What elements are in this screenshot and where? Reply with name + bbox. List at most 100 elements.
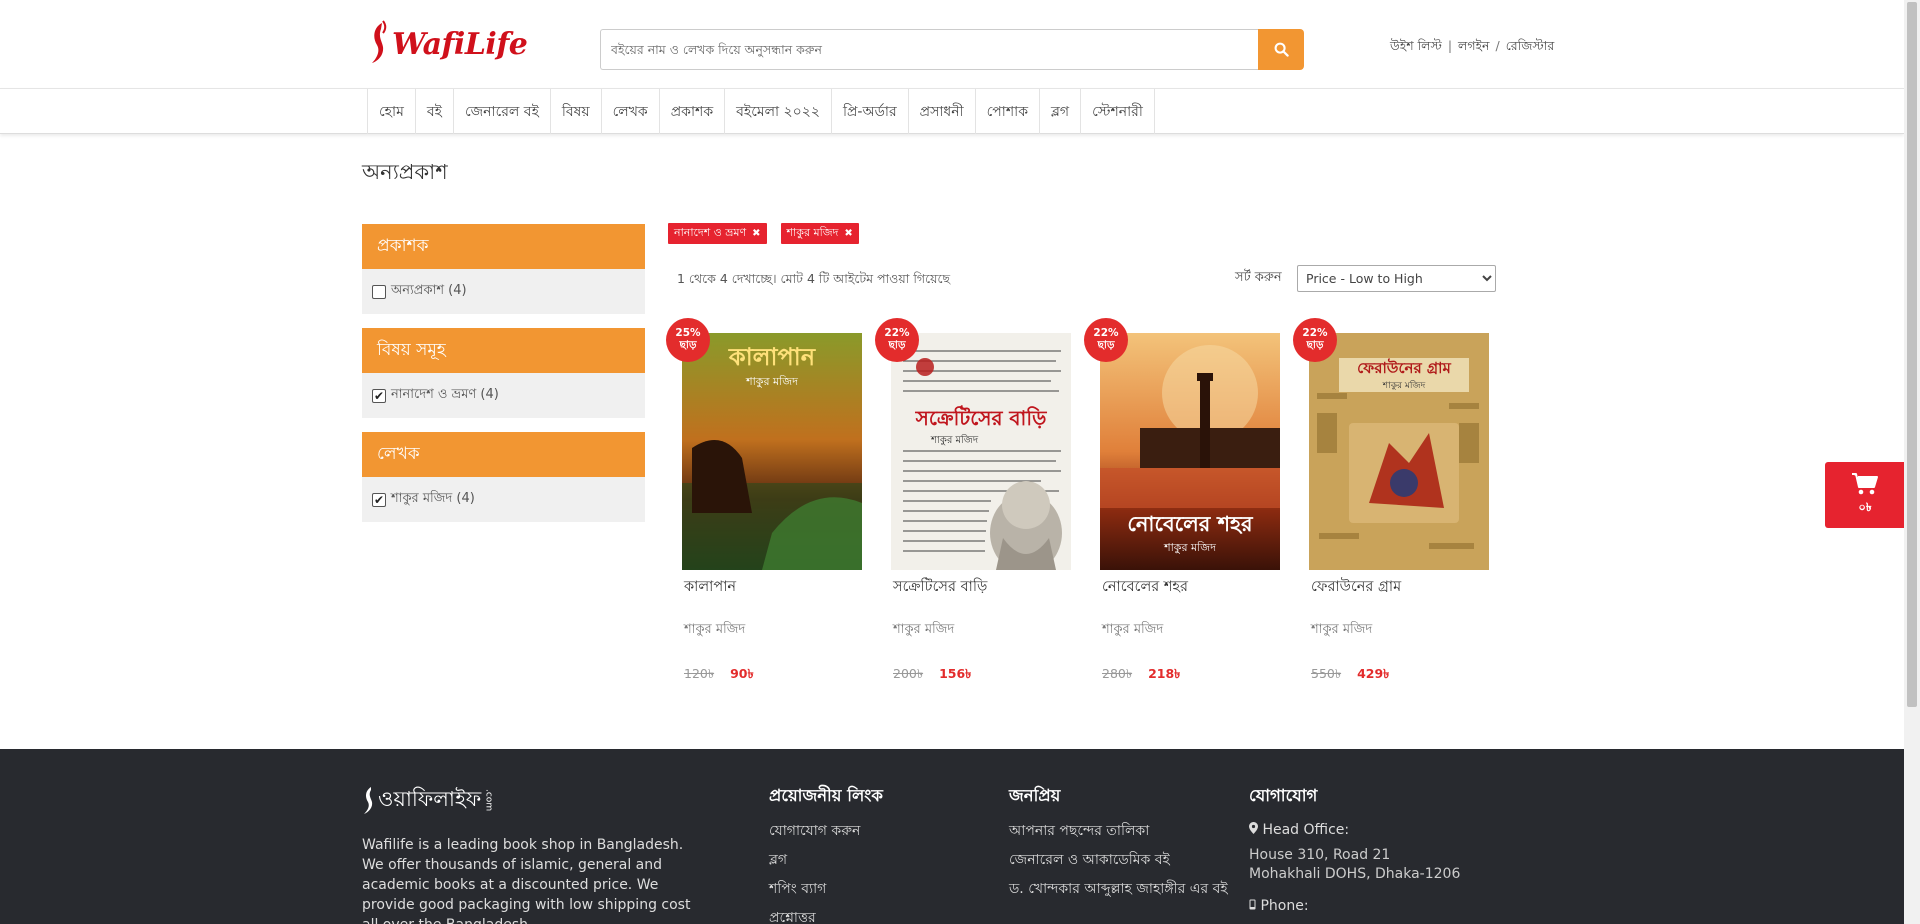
search-input[interactable]: [600, 29, 1258, 70]
footer-link[interactable]: যোগাযোগ করুন: [769, 822, 883, 841]
nav-item-stationery[interactable]: স্টেশনারী: [1081, 89, 1155, 134]
sort-select[interactable]: Price - Low to High: [1297, 265, 1496, 292]
login-link[interactable]: লগইন: [1458, 38, 1489, 53]
search-bar: [600, 29, 1304, 70]
divider: |: [1443, 38, 1457, 53]
logo-text: WafiLife: [392, 26, 528, 62]
filter-publisher: প্রকাশক অন্যপ্রকাশ (4): [362, 224, 645, 314]
cover-title: কালাপান: [728, 343, 817, 371]
book-cover[interactable]: সক্রেটিসের বাড়ি শাকুর মজিদ: [891, 333, 1071, 570]
footer-column-heading: প্রয়োজনীয় লিংক: [769, 786, 883, 805]
cover-author: শাকুর মজিদ: [1163, 541, 1216, 554]
product-author[interactable]: শাকুর মজিদ: [684, 620, 745, 641]
nav-item-books[interactable]: বই: [416, 89, 454, 134]
site-logo[interactable]: WafiLife: [368, 16, 528, 72]
discount-suffix: ছাড়: [1097, 339, 1115, 351]
map-marker-icon: [1249, 822, 1258, 834]
remove-filter-icon[interactable]: ✖: [844, 228, 852, 239]
result-count: 1 থেকে 4 দেখাচ্ছে। মোট 4 টি আইটেম পাওয়া…: [677, 271, 951, 286]
product-card[interactable]: ফেরাউনের গ্রাম শাকুর মজিদ 22% ছাড় ফেরাউ…: [1293, 318, 1502, 688]
footer-logo-domain: .com: [483, 789, 494, 812]
divider: /: [1491, 38, 1504, 53]
footer-logo-text: ওয়াফিলাইফ: [378, 787, 482, 811]
nav-item-cosmetics[interactable]: প্রসাধনী: [909, 89, 976, 134]
filter-option-publisher[interactable]: অন্যপ্রকাশ (4): [362, 269, 645, 314]
old-price: 280৳: [1102, 666, 1133, 681]
wishlist-link[interactable]: উইশ লিস্ট: [1390, 38, 1442, 53]
product-author[interactable]: শাকুর মজিদ: [1311, 620, 1372, 641]
product-author[interactable]: শাকুর মজিদ: [893, 620, 954, 641]
product-title[interactable]: সক্রেটিসের বাড়ি: [893, 576, 987, 600]
book-cover-art: কালাপান শাকুর মজিদ: [682, 333, 862, 570]
nav-item-subjects[interactable]: বিষয়: [551, 89, 602, 134]
nav-item-home[interactable]: হোম: [368, 89, 416, 134]
search-button[interactable]: [1258, 29, 1304, 70]
footer-description: Wafilife is a leading book shop in Bangl…: [362, 837, 691, 924]
product-price: 200৳ 156৳: [893, 666, 971, 686]
product-title[interactable]: নোবেলের শহর: [1102, 576, 1188, 600]
logo-mark-icon: [372, 20, 387, 63]
footer-link[interactable]: ড. খোন্দকার আব্দুল্লাহ জাহাঙ্গীর এর বই: [1009, 880, 1229, 899]
book-cover[interactable]: নোবেলের শহর শাকুর মজিদ: [1100, 333, 1280, 570]
page-title: অন্যপ্রকাশ: [362, 160, 448, 184]
checkbox-checked[interactable]: ✔: [372, 492, 386, 507]
active-filter-chip[interactable]: শাকুর মজিদ ✖: [780, 223, 859, 244]
filter-option-label: নানাদেশ ও ভ্রমণ (4): [391, 387, 499, 402]
page-scrollbar[interactable]: [1904, 0, 1920, 924]
nav-list: হোম বই জেনারেল বই বিষয় লেখক প্রকাশক বইম…: [367, 89, 1155, 134]
footer-link[interactable]: শপিং ব্যাগ: [769, 880, 883, 899]
address-line: Mohakhali DOHS, Dhaka-1206: [1249, 866, 1461, 882]
site-header: WafiLife উইশ লিস্ট | লগইন / রেজিস্টার: [0, 0, 1904, 88]
register-link[interactable]: রেজিস্টার: [1506, 38, 1555, 53]
floating-cart-button[interactable]: ০৳: [1825, 462, 1905, 528]
filter-authors: লেখক ✔ শাকুর মজিদ (4): [362, 432, 645, 522]
product-author[interactable]: শাকুর মজিদ: [1102, 620, 1163, 641]
mobile-phone-icon: [1249, 899, 1256, 910]
nav-item-blog[interactable]: ব্লগ: [1040, 89, 1082, 134]
footer-link[interactable]: ব্লগ: [769, 851, 883, 870]
sale-price: 90৳: [730, 666, 754, 681]
footer-popular-column: জনপ্রিয় আপনার পছন্দের তালিকা জেনারেল ও …: [1009, 783, 1229, 909]
product-card[interactable]: নোবেলের শহর শাকুর মজিদ 22% ছাড় নোবেলের …: [1084, 318, 1293, 688]
footer-link[interactable]: জেনারেল ও আকাডেমিক বই: [1009, 851, 1229, 870]
site-footer: ওয়াফিলাইফ .com Wafilife is a leading bo…: [0, 749, 1904, 924]
sale-price: 156৳: [939, 666, 972, 681]
checkbox-checked[interactable]: ✔: [372, 388, 386, 403]
cover-title: ফেরাউনের গ্রাম: [1357, 358, 1451, 377]
sale-price: 429৳: [1357, 666, 1390, 681]
footer-link[interactable]: আপনার পছন্দের তালিকা: [1009, 822, 1229, 841]
product-title[interactable]: ফেরাউনের গ্রাম: [1311, 576, 1401, 600]
footer-link[interactable]: প্রশ্নোত্তর: [769, 909, 883, 924]
footer-logo[interactable]: ওয়াফিলাইফ .com: [362, 783, 493, 818]
footer-column-heading: জনপ্রিয়: [1009, 786, 1061, 805]
book-cover-art: সক্রেটিসের বাড়ি শাকুর মজিদ: [891, 333, 1071, 570]
book-cover[interactable]: ফেরাউনের গ্রাম শাকুর মজিদ: [1309, 333, 1489, 570]
phone-label: Phone:: [1249, 898, 1509, 914]
product-card[interactable]: সক্রেটিসের বাড়ি শাকুর মজিদ 22% ছাড় সক্…: [875, 318, 1084, 688]
book-cover-art: নোবেলের শহর শাকুর মজিদ: [1100, 333, 1280, 570]
logo-mark-icon: [364, 786, 373, 814]
cover-title: সক্রেটিসের বাড়ি: [915, 405, 1047, 430]
product-grid: কালাপান শাকুর মজিদ 25% ছাড় কালাপান শাকু…: [666, 318, 1502, 688]
product-card[interactable]: কালাপান শাকুর মজিদ 25% ছাড় কালাপান শাকু…: [666, 318, 875, 688]
product-price: 280৳ 218৳: [1102, 666, 1180, 686]
product-title[interactable]: কালাপান: [684, 576, 736, 600]
checkbox-unchecked[interactable]: [372, 284, 386, 299]
nav-item-book-fair[interactable]: বইমেলা ২০২২: [725, 89, 832, 134]
nav-item-publishers[interactable]: প্রকাশক: [660, 89, 726, 134]
nav-item-authors[interactable]: লেখক: [602, 89, 660, 134]
sale-price: 218৳: [1148, 666, 1181, 681]
nav-item-clothing[interactable]: পোশাক: [976, 89, 1041, 134]
filter-option-subject[interactable]: ✔ নানাদেশ ও ভ্রমণ (4): [362, 373, 645, 418]
active-filter-chip[interactable]: নানাদেশ ও ভ্রমণ ✖: [668, 223, 767, 244]
book-cover[interactable]: কালাপান শাকুর মজিদ: [682, 333, 862, 570]
filter-option-author[interactable]: ✔ শাকুর মজিদ (4): [362, 477, 645, 522]
discount-suffix: ছাড়: [1306, 339, 1324, 351]
footer-column-heading: যোগাযোগ: [1249, 786, 1318, 805]
nav-item-pre-order[interactable]: প্রি-অর্ডার: [832, 89, 909, 134]
old-price: 550৳: [1311, 666, 1342, 681]
scrollbar-thumb[interactable]: [1907, 2, 1917, 707]
head-office-text: Head Office:: [1262, 822, 1350, 838]
nav-item-general-books[interactable]: জেনারেল বই: [454, 89, 551, 134]
remove-filter-icon[interactable]: ✖: [752, 228, 760, 239]
